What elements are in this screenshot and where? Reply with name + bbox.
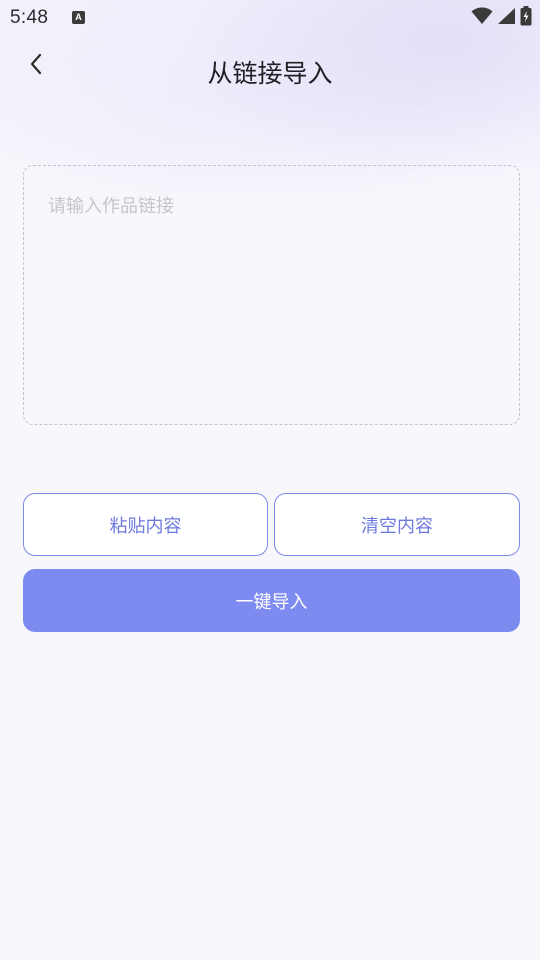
one-click-import-label: 一键导入: [235, 591, 308, 613]
link-input[interactable]: [23, 165, 520, 425]
status-icons: [471, 6, 532, 30]
page-title: 从链接导入: [207, 59, 333, 88]
wifi-icon: [471, 7, 493, 29]
signal-icon: [497, 7, 516, 29]
clear-content-button[interactable]: 清空内容: [274, 493, 520, 556]
paste-content-button[interactable]: 粘贴内容: [23, 493, 268, 556]
paste-content-label: 粘贴内容: [109, 515, 182, 537]
header: 从链接导入: [0, 40, 540, 104]
status-time: 5:48: [10, 7, 49, 28]
clear-content-label: 清空内容: [361, 515, 433, 537]
status-bar: 5:48 A: [0, 0, 540, 36]
one-click-import-button[interactable]: 一键导入: [23, 569, 520, 632]
battery-icon: [520, 6, 532, 30]
notification-a-icon: A: [72, 11, 85, 24]
